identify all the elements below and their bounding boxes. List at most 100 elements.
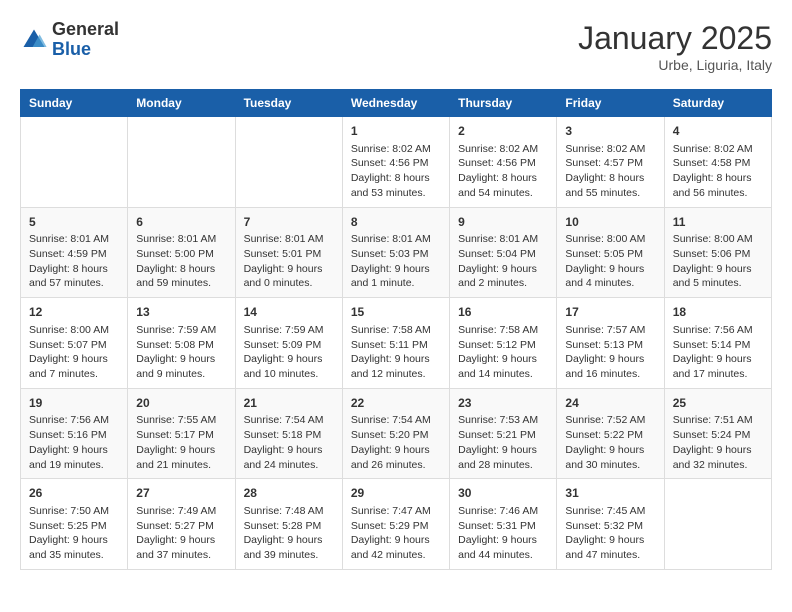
day-number: 9 [458, 214, 548, 231]
day-number: 20 [136, 395, 226, 412]
day-info: Sunrise: 8:01 AM Sunset: 5:04 PM Dayligh… [458, 232, 548, 291]
day-number: 10 [565, 214, 655, 231]
day-number: 22 [351, 395, 441, 412]
logo: General Blue [20, 20, 119, 60]
calendar-week-row: 12 Sunrise: 8:00 AM Sunset: 5:07 PM Dayli… [21, 298, 772, 389]
calendar-day-cell: 12 Sunrise: 8:00 AM Sunset: 5:07 PM Dayli… [21, 298, 128, 389]
day-info: Sunrise: 8:00 AM Sunset: 5:07 PM Dayligh… [29, 323, 119, 382]
calendar-day-cell: 11Sunrise: 8:00 AM Sunset: 5:06 PM Dayli… [664, 207, 771, 298]
day-info: Sunrise: 8:00 AM Sunset: 5:06 PM Dayligh… [673, 232, 763, 291]
calendar-day-cell: 17 Sunrise: 7:57 AM Sunset: 5:13 PM Dayli… [557, 298, 664, 389]
calendar-day-cell: 28 Sunrise: 7:48 AM Sunset: 5:28 PM Dayli… [235, 479, 342, 570]
day-number: 16 [458, 304, 548, 321]
day-info: Sunrise: 8:00 AM Sunset: 5:05 PM Dayligh… [565, 232, 655, 291]
calendar-day-cell: 27 Sunrise: 7:49 AM Sunset: 5:27 PM Dayli… [128, 479, 235, 570]
day-info: Sunrise: 8:02 AM Sunset: 4:56 PM Dayligh… [458, 142, 548, 201]
day-info: Sunrise: 8:01 AM Sunset: 4:59 PM Dayligh… [29, 232, 119, 291]
calendar-day-cell: 22Sunrise: 7:54 AM Sunset: 5:20 PM Dayli… [342, 388, 449, 479]
calendar-day-cell: 30 Sunrise: 7:46 AM Sunset: 5:31 PM Dayli… [450, 479, 557, 570]
day-info: Sunrise: 7:50 AM Sunset: 5:25 PM Dayligh… [29, 504, 119, 563]
day-info: Sunrise: 8:02 AM Sunset: 4:56 PM Dayligh… [351, 142, 441, 201]
month-title: January 2025 [578, 20, 772, 57]
day-info: Sunrise: 7:46 AM Sunset: 5:31 PM Dayligh… [458, 504, 548, 563]
day-info: Sunrise: 7:58 AM Sunset: 5:12 PM Dayligh… [458, 323, 548, 382]
day-number: 15 [351, 304, 441, 321]
day-number: 25 [673, 395, 763, 412]
empty-cell [128, 117, 235, 208]
calendar-day-cell: 25Sunrise: 7:51 AM Sunset: 5:24 PM Dayli… [664, 388, 771, 479]
day-number: 14 [244, 304, 334, 321]
weekday-header-tuesday: Tuesday [235, 90, 342, 117]
day-number: 6 [136, 214, 226, 231]
day-info: Sunrise: 8:01 AM Sunset: 5:03 PM Dayligh… [351, 232, 441, 291]
day-number: 12 [29, 304, 119, 321]
day-number: 24 [565, 395, 655, 412]
logo-text: General Blue [52, 20, 119, 60]
calendar-day-cell: 14Sunrise: 7:59 AM Sunset: 5:09 PM Dayli… [235, 298, 342, 389]
calendar-day-cell: 23Sunrise: 7:53 AM Sunset: 5:21 PM Dayli… [450, 388, 557, 479]
day-info: Sunrise: 7:59 AM Sunset: 5:08 PM Dayligh… [136, 323, 226, 382]
day-number: 1 [351, 123, 441, 140]
calendar-day-cell: 19Sunrise: 7:56 AM Sunset: 5:16 PM Dayli… [21, 388, 128, 479]
day-info: Sunrise: 8:01 AM Sunset: 5:00 PM Dayligh… [136, 232, 226, 291]
calendar-table: SundayMondayTuesdayWednesdayThursdayFrid… [20, 89, 772, 570]
calendar-day-cell: 31 Sunrise: 7:45 AM Sunset: 5:32 PM Dayli… [557, 479, 664, 570]
calendar-day-cell: 21Sunrise: 7:54 AM Sunset: 5:18 PM Dayli… [235, 388, 342, 479]
day-number: 30 [458, 485, 548, 502]
day-number: 28 [244, 485, 334, 502]
empty-cell [21, 117, 128, 208]
weekday-header-sunday: Sunday [21, 90, 128, 117]
calendar-day-cell: 29Sunrise: 7:47 AM Sunset: 5:29 PM Dayli… [342, 479, 449, 570]
calendar-day-cell: 15 Sunrise: 7:58 AM Sunset: 5:11 PM Dayli… [342, 298, 449, 389]
calendar-day-cell: 1 Sunrise: 8:02 AM Sunset: 4:56 PM Daylig… [342, 117, 449, 208]
calendar-day-cell: 18Sunrise: 7:56 AM Sunset: 5:14 PM Dayli… [664, 298, 771, 389]
weekday-header-thursday: Thursday [450, 90, 557, 117]
day-number: 4 [673, 123, 763, 140]
day-number: 13 [136, 304, 226, 321]
day-number: 5 [29, 214, 119, 231]
calendar-day-cell: 16 Sunrise: 7:58 AM Sunset: 5:12 PM Dayli… [450, 298, 557, 389]
day-number: 11 [673, 214, 763, 231]
day-number: 8 [351, 214, 441, 231]
day-info: Sunrise: 7:45 AM Sunset: 5:32 PM Dayligh… [565, 504, 655, 563]
day-info: Sunrise: 8:02 AM Sunset: 4:57 PM Dayligh… [565, 142, 655, 201]
calendar-day-cell: 24Sunrise: 7:52 AM Sunset: 5:22 PM Dayli… [557, 388, 664, 479]
calendar-day-cell: 20Sunrise: 7:55 AM Sunset: 5:17 PM Dayli… [128, 388, 235, 479]
page-header: General Blue January 2025 Urbe, Liguria,… [20, 20, 772, 73]
empty-cell [664, 479, 771, 570]
day-number: 17 [565, 304, 655, 321]
day-number: 19 [29, 395, 119, 412]
calendar-day-cell: 13 Sunrise: 7:59 AM Sunset: 5:08 PM Dayli… [128, 298, 235, 389]
day-number: 23 [458, 395, 548, 412]
empty-cell [235, 117, 342, 208]
calendar-day-cell: 10Sunrise: 8:00 AM Sunset: 5:05 PM Dayli… [557, 207, 664, 298]
day-number: 21 [244, 395, 334, 412]
day-number: 31 [565, 485, 655, 502]
day-info: Sunrise: 7:53 AM Sunset: 5:21 PM Dayligh… [458, 413, 548, 472]
calendar-day-cell: 8Sunrise: 8:01 AM Sunset: 5:03 PM Daylig… [342, 207, 449, 298]
day-info: Sunrise: 7:51 AM Sunset: 5:24 PM Dayligh… [673, 413, 763, 472]
calendar-day-cell: 6Sunrise: 8:01 AM Sunset: 5:00 PM Daylig… [128, 207, 235, 298]
logo-blue: Blue [52, 39, 91, 59]
day-info: Sunrise: 7:56 AM Sunset: 5:16 PM Dayligh… [29, 413, 119, 472]
day-info: Sunrise: 7:57 AM Sunset: 5:13 PM Dayligh… [565, 323, 655, 382]
day-info: Sunrise: 7:49 AM Sunset: 5:27 PM Dayligh… [136, 504, 226, 563]
calendar-day-cell: 3Sunrise: 8:02 AM Sunset: 4:57 PM Daylig… [557, 117, 664, 208]
day-number: 7 [244, 214, 334, 231]
calendar-day-cell: 26 Sunrise: 7:50 AM Sunset: 5:25 PM Dayli… [21, 479, 128, 570]
day-info: Sunrise: 8:01 AM Sunset: 5:01 PM Dayligh… [244, 232, 334, 291]
weekday-header-saturday: Saturday [664, 90, 771, 117]
day-info: Sunrise: 7:56 AM Sunset: 5:14 PM Dayligh… [673, 323, 763, 382]
day-info: Sunrise: 8:02 AM Sunset: 4:58 PM Dayligh… [673, 142, 763, 201]
calendar-day-cell: 5Sunrise: 8:01 AM Sunset: 4:59 PM Daylig… [21, 207, 128, 298]
day-info: Sunrise: 7:58 AM Sunset: 5:11 PM Dayligh… [351, 323, 441, 382]
calendar-week-row: 19Sunrise: 7:56 AM Sunset: 5:16 PM Dayli… [21, 388, 772, 479]
calendar-week-row: 5Sunrise: 8:01 AM Sunset: 4:59 PM Daylig… [21, 207, 772, 298]
day-info: Sunrise: 7:55 AM Sunset: 5:17 PM Dayligh… [136, 413, 226, 472]
weekday-header-friday: Friday [557, 90, 664, 117]
day-number: 27 [136, 485, 226, 502]
day-number: 29 [351, 485, 441, 502]
day-number: 2 [458, 123, 548, 140]
day-info: Sunrise: 7:48 AM Sunset: 5:28 PM Dayligh… [244, 504, 334, 563]
day-number: 26 [29, 485, 119, 502]
